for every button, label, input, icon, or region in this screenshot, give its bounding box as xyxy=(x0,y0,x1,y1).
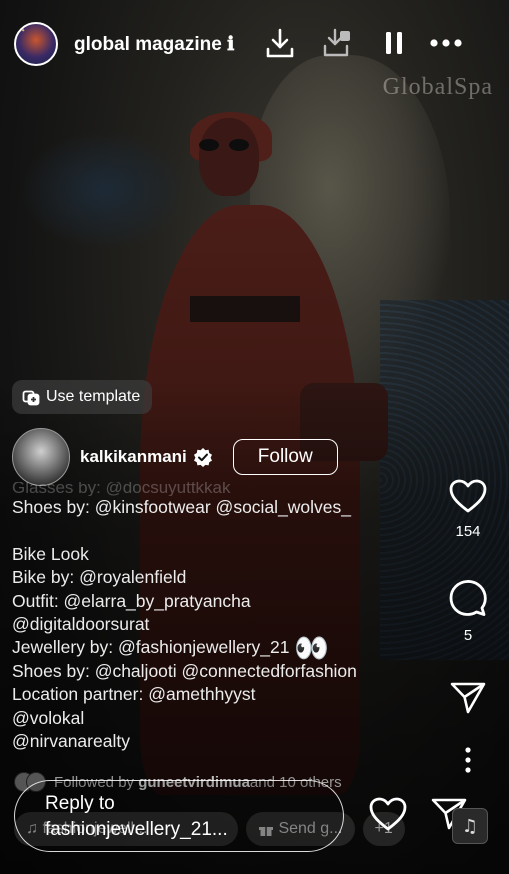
caption-line: Bike Look xyxy=(12,543,89,564)
caption-line: Shoes by: @chaljooti @connectedforfashio… xyxy=(12,660,357,681)
caption-line: @digitaldoorsurat xyxy=(12,613,150,634)
caption[interactable]: Glasses by: @docsuyuttkkak Shoes by: @ki… xyxy=(12,482,442,753)
music-icon[interactable]: ♫ xyxy=(452,808,488,844)
background-rock xyxy=(20,130,190,250)
caption-line: Shoes by: @kinsfootwear @social_wolves_ xyxy=(12,497,352,517)
save-audio-icon[interactable] xyxy=(320,24,356,62)
account-avatar[interactable]: ✦ xyxy=(14,22,58,66)
like-count: 154 xyxy=(455,523,481,540)
account-name[interactable]: global magazine ℹ xyxy=(74,33,244,56)
download-icon[interactable] xyxy=(262,24,298,62)
author-row: kalkikanmani Follow xyxy=(12,428,402,486)
heart-icon[interactable] xyxy=(448,478,488,514)
more-actions-icon[interactable] xyxy=(440,746,496,779)
model-head xyxy=(199,118,259,196)
use-template-label: Use template xyxy=(46,388,141,405)
top-bar: ✦ global magazine ℹ xyxy=(0,0,509,90)
like-action[interactable]: 154 xyxy=(440,478,496,540)
template-icon xyxy=(22,390,40,406)
follow-button[interactable]: Follow xyxy=(232,439,338,475)
more-options-icon[interactable] xyxy=(428,24,464,62)
caption-line: Outfit: @elarra_by_pratyancha xyxy=(12,590,251,611)
send-icon[interactable] xyxy=(449,680,487,716)
comment-action[interactable]: 5 xyxy=(440,578,496,644)
caption-line: Bike by: @royalenfield xyxy=(12,567,187,588)
share-action[interactable] xyxy=(440,680,496,721)
comment-count: 5 xyxy=(463,627,473,644)
comment-icon[interactable] xyxy=(448,578,488,618)
pause-icon[interactable] xyxy=(376,24,412,62)
reply-placeholder: Reply to xyxy=(45,793,115,814)
caption-line: Location partner: @amethhyyst xyxy=(12,684,256,705)
caption-faded-line: Glasses by: @docsuyuttkkak xyxy=(12,482,231,496)
reply-heart-icon[interactable] xyxy=(368,796,408,837)
caption-line-jewellery: Jewellery by: @fashionjewellery_21 👀 xyxy=(12,632,330,666)
caption-line: @volokal xyxy=(12,707,85,728)
model-belt xyxy=(190,296,300,322)
use-template-button[interactable]: Use template xyxy=(12,380,153,414)
reply-placeholder: fashionjewellery_21... xyxy=(45,819,228,840)
caption-line: @nirvanarealty xyxy=(12,730,130,751)
author-avatar[interactable] xyxy=(12,428,70,486)
verified-icon xyxy=(193,448,212,467)
reply-input[interactable]: Reply to fashionjewellery_21... xyxy=(14,780,344,852)
model-sunglasses xyxy=(199,139,249,151)
author-name[interactable]: kalkikanmani xyxy=(80,447,187,467)
info-icon: ℹ xyxy=(227,34,235,55)
